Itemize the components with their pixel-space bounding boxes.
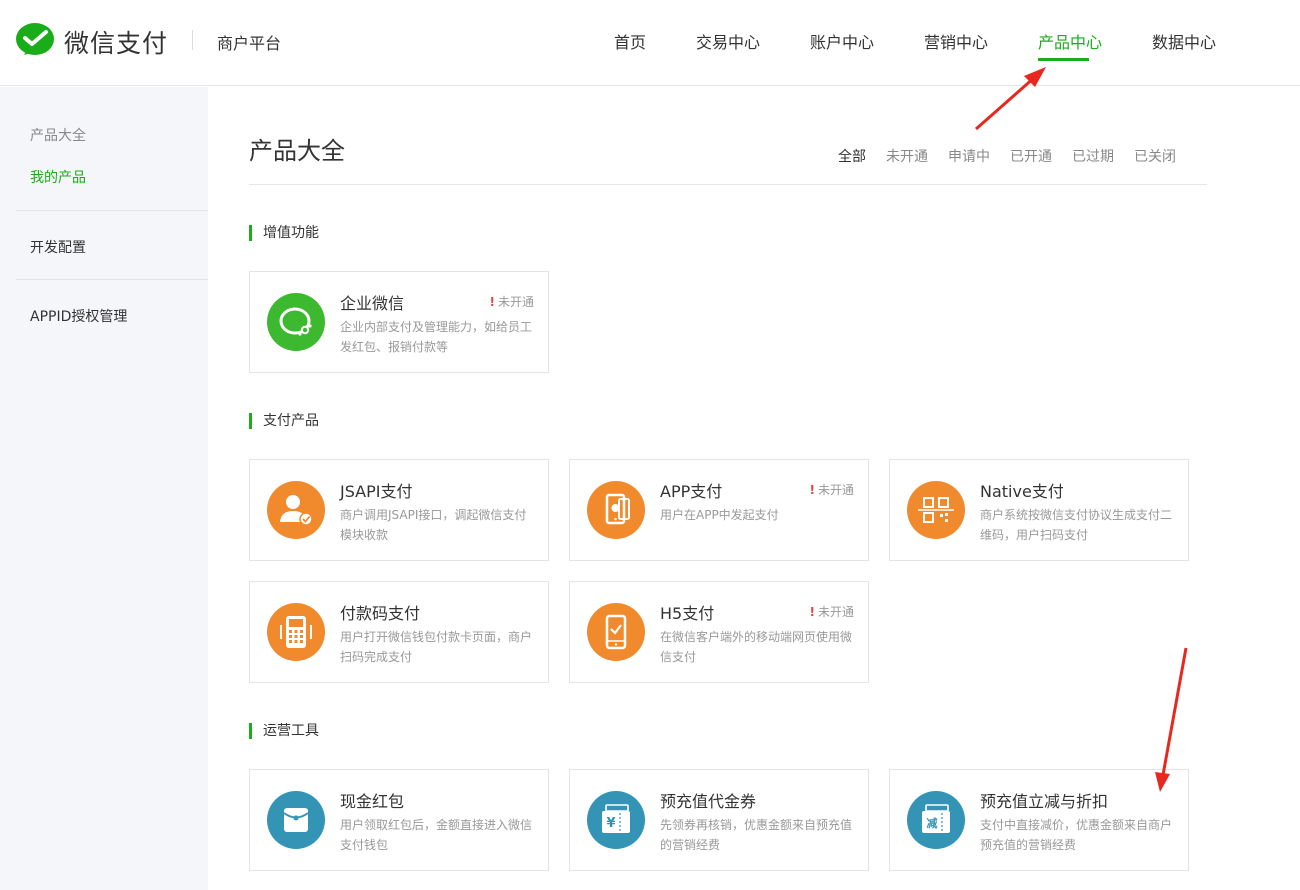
platform-name: 商户平台 bbox=[217, 34, 282, 53]
nav-marketing-center[interactable]: 营销中心 bbox=[924, 29, 988, 53]
top-header: 微信支付 商户平台 首页 交易中心 账户中心 营销中心 产品中心 数据中心 bbox=[0, 0, 1300, 86]
filter-applying[interactable]: 申请中 bbox=[948, 146, 990, 166]
product-card-micropay[interactable]: 付款码支付 用户打开微信钱包付款卡页面，商户扫码完成支付 bbox=[249, 581, 549, 683]
sidebar-item-my-products[interactable]: 我的产品 bbox=[30, 167, 86, 187]
page-title: 产品大全 bbox=[249, 137, 345, 165]
status-badge: ! 未开通 bbox=[489, 295, 535, 309]
title-divider bbox=[249, 184, 1207, 185]
card-name: APP支付 bbox=[660, 482, 723, 501]
card-name: JSAPI支付 bbox=[340, 482, 413, 501]
app-phone-icon bbox=[587, 481, 645, 539]
card-name: 现金红包 bbox=[340, 792, 405, 811]
discount-icon: 减 bbox=[907, 791, 965, 849]
card-description: 用户领取红包后，金额直接进入微信支付钱包 bbox=[340, 818, 533, 852]
filter-opened[interactable]: 已开通 bbox=[1010, 146, 1052, 166]
voucher-icon: ¥ bbox=[587, 791, 645, 849]
product-card-native[interactable]: Native支付 商户系统按微信支付协议生成支付二维码，用户扫码支付 bbox=[889, 459, 1189, 561]
nav-home[interactable]: 首页 bbox=[614, 29, 646, 53]
nav-account-center[interactable]: 账户中心 bbox=[810, 29, 874, 53]
card-name: 预充值代金券 bbox=[660, 792, 757, 811]
section-title-operations: 运营工具 bbox=[249, 723, 319, 739]
sidebar-divider bbox=[16, 279, 208, 280]
filter-expired[interactable]: 已过期 bbox=[1072, 146, 1114, 166]
product-card-h5-pay[interactable]: H5支付 ! 未开通 在微信客户端外的移动端网页使用微信支付 bbox=[569, 581, 869, 683]
red-packet-icon bbox=[267, 791, 325, 849]
nav-active-indicator bbox=[1038, 58, 1089, 61]
card-description: 支付中直接减价，优惠金额来自商户预充值的营销经费 bbox=[980, 818, 1173, 852]
nav-data-center[interactable]: 数据中心 bbox=[1152, 29, 1216, 53]
sidebar-section-products[interactable]: 产品大全 bbox=[30, 125, 86, 145]
product-card-enterprise-wechat[interactable]: 企业微信 ! 未开通 企业内部支付及管理能力，如给员工发红包、报销付款等 bbox=[249, 271, 549, 373]
brand-name: 微信支付 bbox=[64, 29, 169, 58]
enterprise-wechat-icon bbox=[267, 293, 325, 351]
sidebar-item-dev-config[interactable]: 开发配置 bbox=[30, 237, 86, 257]
card-name: 预充值立减与折扣 bbox=[980, 792, 1109, 811]
card-description: 商户调用JSAPI接口，调起微信支付模块收款 bbox=[340, 508, 527, 542]
section-title-value-added: 增值功能 bbox=[249, 225, 319, 241]
card-name: Native支付 bbox=[980, 482, 1064, 501]
wechat-pay-logo-icon[interactable] bbox=[16, 22, 54, 58]
sidebar-item-appid-mgmt[interactable]: APPID授权管理 bbox=[30, 306, 127, 326]
filter-closed[interactable]: 已关闭 bbox=[1134, 146, 1176, 166]
brand-divider bbox=[192, 30, 193, 50]
pos-terminal-icon bbox=[267, 603, 325, 661]
voucher-symbol: ¥ bbox=[606, 816, 615, 831]
card-description: 在微信客户端外的移动端网页使用微信支付 bbox=[660, 630, 853, 664]
product-card-app-pay[interactable]: APP支付 ! 未开通 用户在APP中发起支付 bbox=[569, 459, 869, 561]
card-name: H5支付 bbox=[660, 604, 715, 623]
product-card-jsapi[interactable]: JSAPI支付 商户调用JSAPI接口，调起微信支付模块收款 bbox=[249, 459, 549, 561]
status-badge: ! 未开通 bbox=[809, 483, 855, 497]
card-name: 企业微信 bbox=[340, 294, 405, 313]
card-name: 付款码支付 bbox=[340, 604, 421, 623]
card-description: 企业内部支付及管理能力，如给员工发红包、报销付款等 bbox=[340, 320, 533, 354]
jsapi-user-icon bbox=[267, 481, 325, 539]
discount-symbol: 减 bbox=[927, 816, 938, 830]
nav-trade-center[interactable]: 交易中心 bbox=[696, 29, 760, 53]
status-badge: ! 未开通 bbox=[809, 605, 855, 619]
sidebar-divider bbox=[16, 210, 208, 211]
filter-all[interactable]: 全部 bbox=[838, 146, 866, 166]
card-description: 商户系统按微信支付协议生成支付二维码，用户扫码支付 bbox=[980, 508, 1173, 542]
section-title-payment: 支付产品 bbox=[249, 413, 319, 429]
product-card-cash-red-packet[interactable]: 现金红包 用户领取红包后，金额直接进入微信支付钱包 bbox=[249, 769, 549, 871]
sidebar: 产品大全 我的产品 开发配置 APPID授权管理 bbox=[0, 87, 208, 890]
product-card-voucher[interactable]: ¥ 预充值代金券 先领券再核销，优惠金额来自预充值的营销经费 bbox=[569, 769, 869, 871]
mobile-web-icon bbox=[587, 603, 645, 661]
product-card-discount[interactable]: 减 预充值立减与折扣 支付中直接减价，优惠金额来自商户预充值的营销经费 bbox=[889, 769, 1189, 871]
qr-code-icon bbox=[907, 481, 965, 539]
card-description: 先领券再核销，优惠金额来自预充值的营销经费 bbox=[660, 818, 853, 852]
filter-not-opened[interactable]: 未开通 bbox=[886, 146, 928, 166]
card-description: 用户打开微信钱包付款卡页面，商户扫码完成支付 bbox=[340, 630, 533, 664]
nav-product-center[interactable]: 产品中心 bbox=[1038, 29, 1102, 53]
card-description: 用户在APP中发起支付 bbox=[660, 508, 779, 522]
